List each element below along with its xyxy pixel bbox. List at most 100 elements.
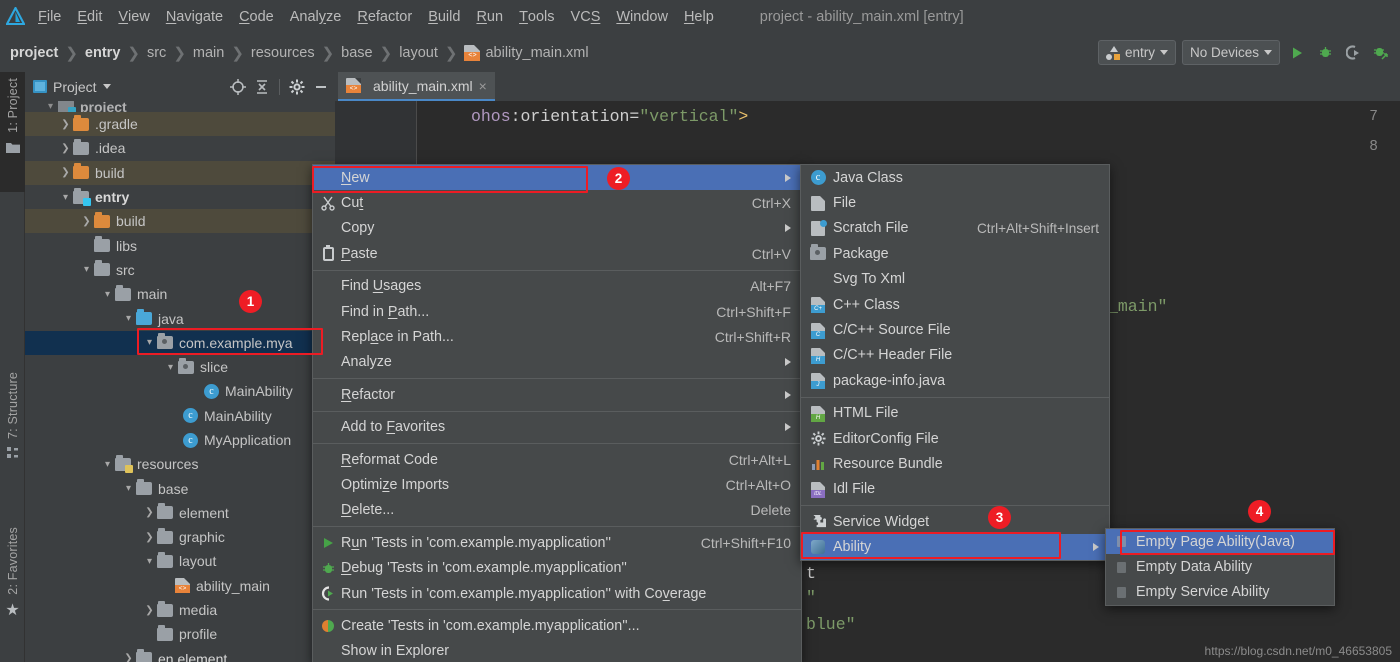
table-row[interactable]: c MyApplication: [25, 428, 335, 452]
menu-item-copy[interactable]: Copy: [313, 216, 801, 241]
menu-item-java-class[interactable]: c Java Class: [801, 165, 1109, 190]
menu-item-service-widget[interactable]: Service Widget: [801, 509, 1109, 534]
chevron-down-icon[interactable]: [102, 84, 111, 89]
breadcrumb-layout[interactable]: layout: [399, 45, 438, 61]
table-row[interactable]: ❯ graphic: [25, 525, 335, 549]
breadcrumb-file[interactable]: ability_main.xml: [485, 45, 588, 61]
menu-item-refactor[interactable]: Refactor: [313, 382, 801, 407]
twisty-icon[interactable]: ❯: [58, 167, 73, 178]
project-tree[interactable]: ▾ project ❯ .gradle ❯ .idea ❯ build ▾ en…: [25, 101, 335, 662]
menu-item-empty-page-ability[interactable]: Empty Page Ability(Java): [1106, 529, 1334, 555]
menu-item-delete[interactable]: Delete... Delete: [313, 498, 801, 523]
menu-item-new[interactable]: New: [313, 165, 801, 191]
table-row[interactable]: ▾ main: [25, 282, 335, 306]
collapse-all-icon[interactable]: [252, 76, 272, 98]
twisty-icon[interactable]: ❯: [121, 653, 136, 662]
breadcrumb-project[interactable]: project: [10, 45, 58, 61]
menu-item-html-file[interactable]: H HTML File: [801, 401, 1109, 426]
menu-item-svg-to-xml[interactable]: Svg To Xml: [801, 267, 1109, 292]
menu-item-find-in-path[interactable]: Find in Path... Ctrl+Shift+F: [313, 299, 801, 324]
menu-item-analyze[interactable]: Analyze: [313, 350, 801, 375]
settings-gear-icon[interactable]: [287, 76, 307, 98]
menu-item-show-in-explorer[interactable]: Show in Explorer: [313, 639, 801, 662]
twisty-icon[interactable]: ▾: [142, 337, 157, 348]
table-row[interactable]: c MainAbility: [25, 404, 335, 428]
menu-tools[interactable]: Tools: [511, 0, 562, 33]
menu-build[interactable]: Build: [420, 0, 468, 33]
table-row[interactable]: ❯ .idea: [25, 136, 335, 160]
tab-ability-main-xml[interactable]: ability_main.xml ×: [338, 72, 495, 101]
menu-item-ability[interactable]: Ability: [801, 534, 1109, 560]
menu-help[interactable]: Help: [676, 0, 722, 33]
twisty-icon[interactable]: ▾: [100, 289, 115, 300]
breadcrumb-src[interactable]: src: [147, 45, 166, 61]
menu-item-empty-service-ability[interactable]: Empty Service Ability: [1106, 580, 1334, 605]
twisty-icon[interactable]: ▾: [121, 313, 136, 324]
context-menu[interactable]: New Cut Ctrl+X Copy Paste Ctrl+V Find Us…: [312, 164, 802, 662]
table-row[interactable]: ▾ com.example.mya: [25, 330, 335, 355]
menu-view[interactable]: View: [110, 0, 157, 33]
run-configuration-selector[interactable]: entry: [1097, 40, 1176, 65]
coverage-button[interactable]: [1342, 40, 1364, 66]
table-row[interactable]: c MainAbility: [25, 379, 335, 403]
breadcrumb-entry[interactable]: entry: [85, 45, 120, 61]
table-row[interactable]: ❯ build: [25, 160, 335, 185]
menu-item-editorconfig-file[interactable]: EditorConfig File: [801, 426, 1109, 451]
menu-refactor[interactable]: Refactor: [349, 0, 420, 33]
breadcrumb-main[interactable]: main: [193, 45, 224, 61]
menu-item-run-tests[interactable]: Run 'Tests in 'com.example.myapplication…: [313, 530, 801, 555]
twisty-icon[interactable]: ▾: [163, 362, 178, 373]
table-row[interactable]: ▾ src: [25, 258, 335, 282]
menu-run[interactable]: Run: [468, 0, 511, 33]
twisty-icon[interactable]: ▾: [79, 264, 94, 275]
table-row[interactable]: ▾ slice: [25, 355, 335, 379]
menu-item-package[interactable]: Package: [801, 241, 1109, 266]
table-row[interactable]: ▾ base: [25, 476, 335, 500]
twisty-icon[interactable]: ❯: [58, 143, 73, 154]
menu-item-cpp-class[interactable]: C+ C++ Class: [801, 292, 1109, 317]
twisty-icon[interactable]: ▾: [142, 556, 157, 567]
menu-item-c-source-file[interactable]: C C/C++ Source File: [801, 317, 1109, 342]
menu-window[interactable]: Window: [608, 0, 676, 33]
twisty-icon[interactable]: ❯: [79, 216, 94, 227]
sidebar-item-favorites[interactable]: 2: Favorites ★: [0, 527, 25, 662]
debug-button[interactable]: [1314, 40, 1336, 66]
menu-item-cut[interactable]: Cut Ctrl+X: [313, 190, 801, 215]
menu-item-idl-file[interactable]: IDL Idl File: [801, 477, 1109, 502]
menu-item-create-tests[interactable]: Create 'Tests in 'com.example.myapplicat…: [313, 613, 801, 638]
breadcrumb-resources[interactable]: resources: [251, 45, 315, 61]
menu-item-paste[interactable]: Paste Ctrl+V: [313, 241, 801, 266]
menu-item-c-header-file[interactable]: H C/C++ Header File: [801, 343, 1109, 368]
profile-button[interactable]: [1370, 40, 1392, 66]
menu-file[interactable]: File: [30, 0, 69, 33]
menu-item-resource-bundle[interactable]: Resource Bundle: [801, 451, 1109, 476]
twisty-icon[interactable]: ▾: [58, 192, 73, 203]
new-submenu[interactable]: c Java Class File Scratch File Ctrl+Alt+…: [800, 164, 1110, 561]
table-row[interactable]: ability_main: [25, 574, 335, 598]
menu-navigate[interactable]: Navigate: [158, 0, 231, 33]
twisty-icon[interactable]: ❯: [142, 605, 157, 616]
breadcrumb-base[interactable]: base: [341, 45, 372, 61]
table-row[interactable]: ❯ element: [25, 501, 335, 525]
menu-item-package-info-java[interactable]: J package-info.java: [801, 368, 1109, 393]
menu-item-file[interactable]: File: [801, 190, 1109, 215]
sidebar-item-project[interactable]: 1: Project: [0, 72, 25, 192]
table-row[interactable]: ▾ resources: [25, 452, 335, 476]
table-row[interactable]: ❯ build: [25, 209, 335, 234]
table-row[interactable]: ❯ media: [25, 598, 335, 622]
menu-item-find-usages[interactable]: Find Usages Alt+F7: [313, 274, 801, 299]
menu-analyze[interactable]: Anal y ze: [282, 0, 350, 33]
table-row[interactable]: ▾ entry: [25, 185, 335, 209]
table-row[interactable]: ❯ en.element: [25, 647, 335, 662]
table-row[interactable]: libs: [25, 233, 335, 257]
menu-item-empty-data-ability[interactable]: Empty Data Ability: [1106, 554, 1334, 579]
menu-vcs[interactable]: VC S: [563, 0, 609, 33]
menu-item-scratch-file[interactable]: Scratch File Ctrl+Alt+Shift+Insert: [801, 216, 1109, 241]
device-selector[interactable]: No Devices: [1181, 40, 1280, 65]
sidebar-item-structure[interactable]: 7: Structure: [0, 372, 25, 502]
close-icon[interactable]: ×: [479, 78, 487, 94]
twisty-icon[interactable]: ❯: [142, 532, 157, 543]
twisty-icon[interactable]: ▾: [43, 101, 58, 112]
menu-item-add-to-favorites[interactable]: Add to Favorites: [313, 415, 801, 440]
menu-code[interactable]: Code: [231, 0, 282, 33]
